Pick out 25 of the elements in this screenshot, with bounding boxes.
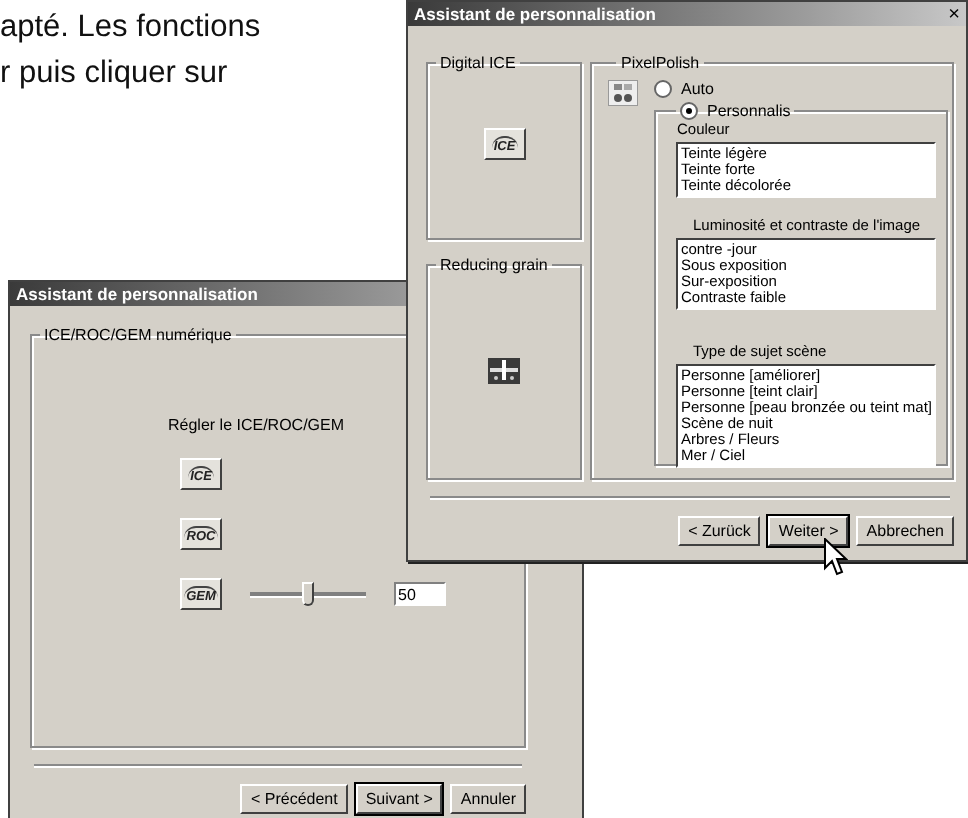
pointer-icon — [824, 538, 848, 576]
group-title: PixelPolish — [618, 54, 702, 72]
radio-option[interactable]: Personnalis — [680, 102, 791, 120]
value-field[interactable]: 50 — [394, 582, 446, 606]
group-title: Digital ICE — [438, 54, 518, 72]
dialog-button[interactable]: < Précédent — [240, 784, 348, 814]
radio-icon[interactable] — [654, 80, 673, 98]
dialog-button[interactable]: Annuler — [450, 784, 526, 814]
grain-icon[interactable] — [488, 358, 521, 384]
radio-icon[interactable] — [680, 102, 699, 120]
slider-thumb[interactable] — [302, 582, 314, 606]
dialog-button[interactable]: < Zurück — [678, 516, 761, 546]
dots-icon[interactable] — [608, 80, 639, 106]
manual-text: r puis cliquer sur — [0, 54, 230, 94]
instruction-text: Régler le ICE/ROC/GEM — [168, 416, 347, 434]
radio-option[interactable]: Auto — [654, 80, 948, 98]
manual-text: apté. Les fonctions — [0, 8, 261, 48]
group-title: Reducing grain — [438, 256, 550, 274]
window-title: Assistant de personnalisation — [16, 284, 258, 304]
close-button[interactable]: × — [948, 3, 960, 25]
dialog-button[interactable]: Suivant > — [355, 784, 443, 814]
dialog-button[interactable]: Abbrechen — [856, 516, 954, 546]
dialog-button[interactable]: Weiter > — [768, 516, 849, 546]
window-title: Assistant de personnalisation — [414, 4, 656, 24]
group-title: ICE/ROC/GEM numérique — [42, 326, 234, 344]
